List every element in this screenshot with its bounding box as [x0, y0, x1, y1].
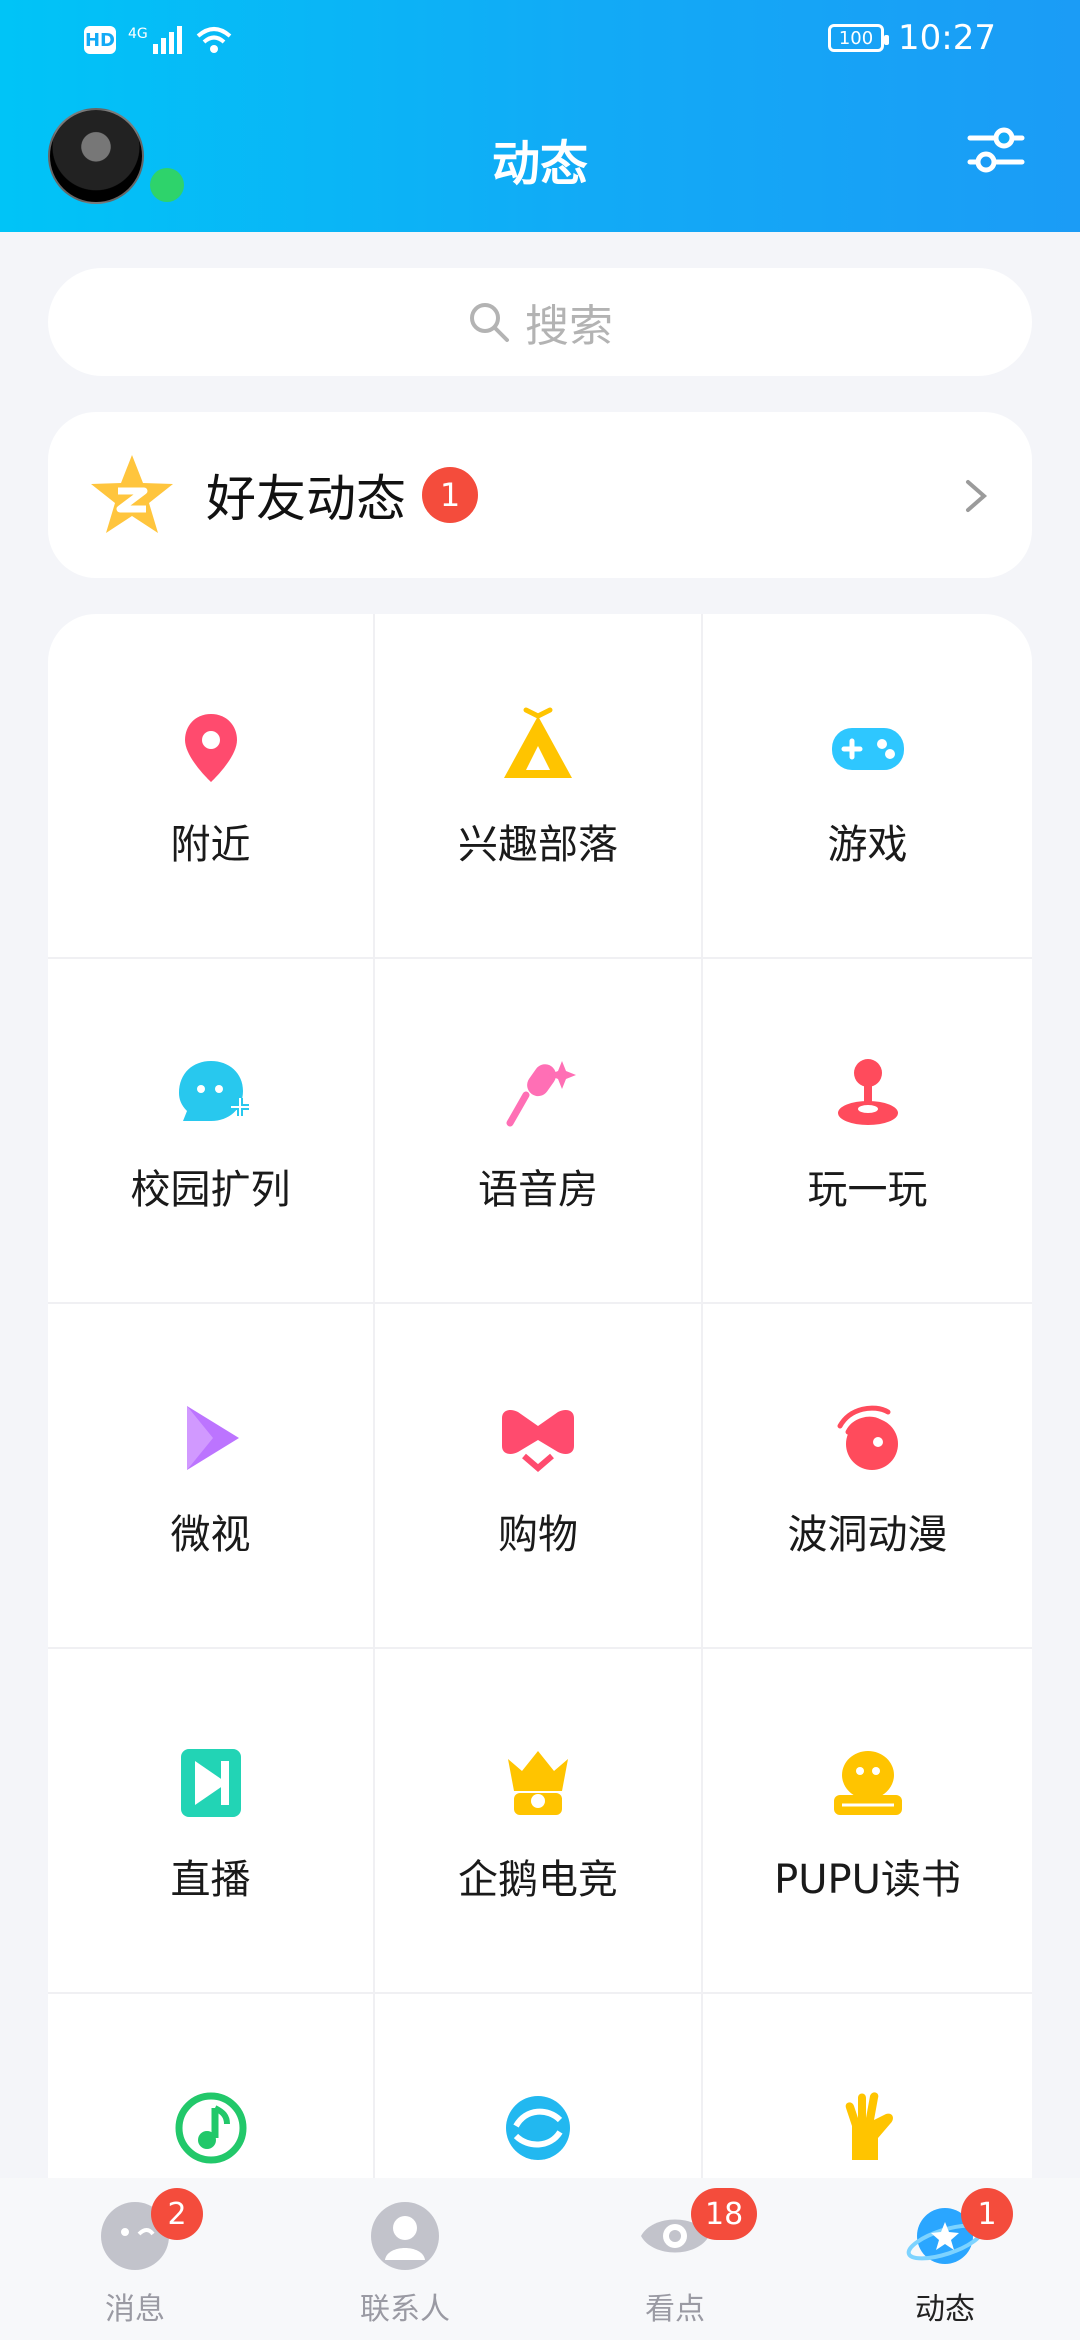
- battery-icon: 100: [828, 24, 890, 52]
- feature-grid: 附近 兴趣部落 游戏校园扩列 语音房 玩一玩微视 购物 波洞动漫直播 企鹅电竞 PUPU读书: [48, 614, 1032, 2294]
- tab-badge: 2: [151, 2188, 203, 2240]
- tab-badge: 1: [961, 2188, 1013, 2240]
- tab-item[interactable]: 看点 18: [540, 2178, 810, 2340]
- network-type: 4G: [128, 26, 148, 42]
- microphone-icon: [506, 1061, 576, 1127]
- grid-item-label: 兴趣部落: [458, 822, 618, 868]
- tab-item[interactable]: 联系人: [270, 2178, 540, 2340]
- bottom-tab-bar: 消息 2 联系人 看点 18 动态 1: [0, 2178, 1080, 2340]
- location-pin-icon: [184, 714, 237, 782]
- app-header: HD 4G 100 10:27 动态: [0, 0, 1080, 232]
- grid-item[interactable]: PUPU读书: [703, 1649, 1032, 1994]
- grid-item-label: 附近: [170, 822, 251, 868]
- chevron-right-icon: [966, 480, 988, 512]
- grid-item-label: 微视: [170, 1512, 251, 1558]
- friend-feed-label: 好友动态: [206, 470, 406, 528]
- tab-label: 消息: [105, 2292, 165, 2327]
- search-icon: [470, 303, 509, 342]
- grid-item[interactable]: 微视: [48, 1304, 375, 1649]
- search-input[interactable]: 搜索: [48, 268, 1032, 376]
- grid-item-label: 游戏: [827, 822, 908, 868]
- grid-item[interactable]: 购物: [375, 1304, 703, 1649]
- tab-label: 看点: [645, 2292, 705, 2327]
- penguin-book-icon: [833, 1751, 902, 1815]
- grid-item[interactable]: 附近: [48, 614, 375, 959]
- qzone-star-icon: [91, 455, 173, 533]
- tab-item[interactable]: 消息 2: [0, 2178, 270, 2340]
- grid-item-label: 波洞动漫: [787, 1512, 948, 1558]
- crown-icon: [508, 1751, 568, 1815]
- planet-icon: [837, 1405, 898, 1470]
- grid-item-label: 校园扩列: [130, 1167, 291, 1213]
- grid-item[interactable]: 语音房: [375, 959, 703, 1304]
- tab-label: 动态: [915, 2292, 975, 2327]
- play-icon: [186, 1406, 239, 1470]
- grid-item[interactable]: 游戏: [703, 614, 1032, 959]
- clock: 10:27: [898, 18, 996, 58]
- bow-icon: [502, 1410, 574, 1472]
- contacts-icon: [371, 2202, 439, 2270]
- grid-item-label: 玩一玩: [807, 1167, 928, 1213]
- grid-item[interactable]: 直播: [48, 1649, 375, 1994]
- search-placeholder: 搜索: [525, 301, 613, 352]
- joystick-icon: [837, 1059, 898, 1125]
- grid-item-label: 直播: [170, 1857, 251, 1903]
- live-n-icon: [180, 1749, 241, 1817]
- music-note-icon: [175, 2092, 246, 2164]
- status-bar: HD 4G 100 10:27: [0, 0, 1080, 84]
- hd-indicator: HD: [84, 26, 116, 54]
- grid-item-label: 语音房: [478, 1167, 598, 1213]
- grid-item[interactable]: 校园扩列: [48, 959, 375, 1304]
- grid-item-label: PUPU读书: [774, 1857, 961, 1903]
- grid-item-label: 企鹅电竞: [458, 1857, 618, 1903]
- gamepad-icon: [831, 728, 904, 770]
- friend-feed-entry[interactable]: 好友动态 1: [48, 412, 1032, 578]
- tab-item[interactable]: 动态 1: [810, 2178, 1080, 2340]
- swirl-icon: [506, 2096, 570, 2160]
- tent-icon: [504, 707, 572, 778]
- grid-item[interactable]: 波洞动漫: [703, 1304, 1032, 1649]
- wifi-icon: [196, 27, 232, 53]
- friend-feed-badge: 1: [422, 467, 478, 523]
- tab-badge: 18: [691, 2188, 758, 2240]
- smiley-plus-icon: [178, 1061, 249, 1121]
- settings-sliders-icon[interactable]: [964, 118, 1028, 182]
- hand-icon: [845, 2092, 893, 2160]
- grid-item[interactable]: 企鹅电竞: [375, 1649, 703, 1994]
- grid-item-label: 购物: [498, 1512, 578, 1558]
- tab-label: 联系人: [360, 2292, 450, 2327]
- signal-icon: 4G: [128, 26, 182, 54]
- grid-item[interactable]: 玩一玩: [703, 959, 1032, 1304]
- grid-item[interactable]: 兴趣部落: [375, 614, 703, 959]
- page-title: 动态: [491, 136, 588, 192]
